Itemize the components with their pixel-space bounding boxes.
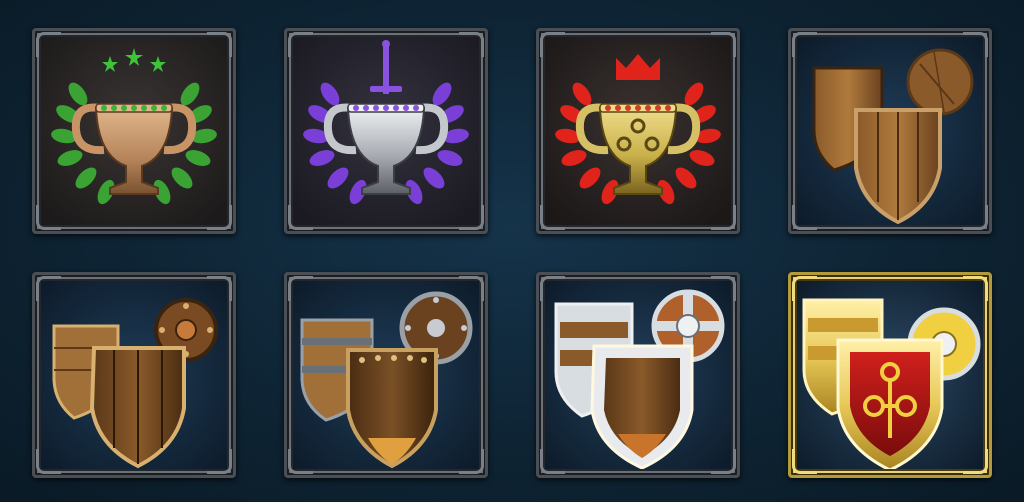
steel-shields-icon <box>542 278 734 472</box>
gold-trophy-tile[interactable] <box>536 28 740 234</box>
banded-shields-tile[interactable] <box>284 272 488 478</box>
silver-trophy-icon <box>290 34 482 228</box>
golden-shields-tile[interactable] <box>788 272 992 478</box>
bronze-trophy-icon <box>38 34 230 228</box>
studded-shields-icon <box>38 278 230 472</box>
bronze-trophy-tile[interactable] <box>32 28 236 234</box>
banded-shields-icon <box>290 278 482 472</box>
icon-grid <box>0 0 1024 502</box>
wooden-shields-icon <box>794 34 986 228</box>
gold-trophy-icon <box>542 34 734 228</box>
golden-shields-icon <box>794 278 986 472</box>
wooden-shields-tile[interactable] <box>788 28 992 234</box>
steel-shields-tile[interactable] <box>536 272 740 478</box>
studded-shields-tile[interactable] <box>32 272 236 478</box>
silver-trophy-tile[interactable] <box>284 28 488 234</box>
